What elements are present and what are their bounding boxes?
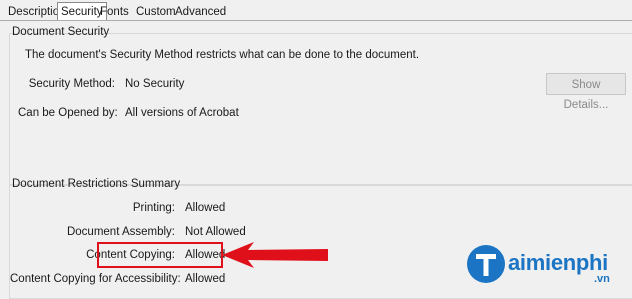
tab-advanced[interactable]: Advanced xyxy=(172,4,229,20)
watermark-suffix: .vn xyxy=(594,273,610,285)
opened-by-value: All versions of Acrobat xyxy=(125,107,239,119)
printing-label: Printing: xyxy=(132,202,175,214)
restrictions-title: Document Restrictions Summary xyxy=(12,178,181,190)
opened-by-label: Can be Opened by: xyxy=(18,107,118,119)
arrow-left-icon xyxy=(222,242,328,268)
printing-value: Allowed xyxy=(185,202,226,214)
document-assembly-label: Document Assembly: xyxy=(66,226,175,238)
document-assembly-value: Not Allowed xyxy=(185,226,246,238)
document-security-title: Document Security xyxy=(12,26,110,38)
content-copying-accessibility-value: Allowed xyxy=(185,273,226,285)
logo-icon xyxy=(467,245,505,283)
tab-fonts[interactable]: Fonts xyxy=(97,4,132,20)
watermark-text: aimienphi xyxy=(508,250,608,275)
security-message: The document's Security Method restricts… xyxy=(25,49,420,61)
highlight-box xyxy=(97,242,223,268)
watermark-logo: aimienphi .vn xyxy=(464,236,624,290)
show-details-button[interactable]: Show Details... xyxy=(546,73,626,111)
tab-bar: Description Security Fonts Custom Advanc… xyxy=(0,0,632,21)
security-method-label: Security Method: xyxy=(28,78,115,90)
content-copying-accessibility-label: Content Copying for Accessibility: xyxy=(10,273,181,285)
security-method-value: No Security xyxy=(125,78,185,90)
